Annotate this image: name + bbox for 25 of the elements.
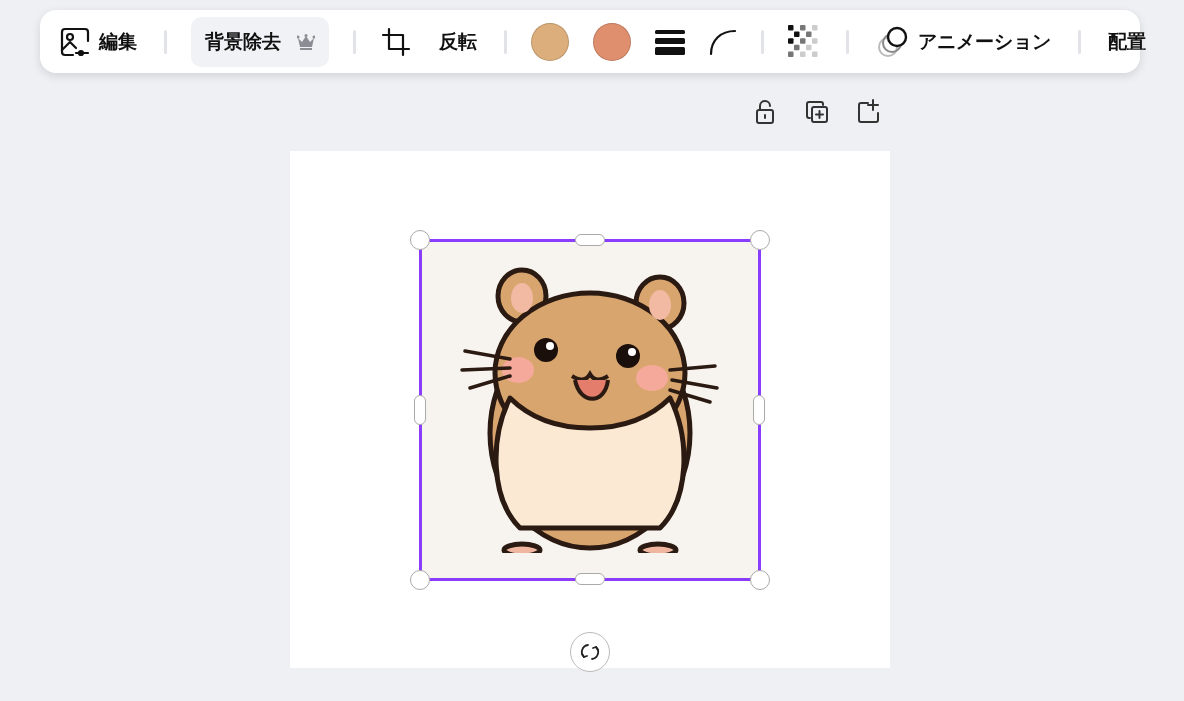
- toolbar-button[interactable]: 反転: [436, 16, 480, 67]
- toolbar-button[interactable]: アニメーション: [873, 16, 1054, 67]
- rotate-icon: [580, 642, 600, 662]
- rotate-button[interactable]: [570, 632, 610, 672]
- resize-handle[interactable]: [753, 395, 765, 425]
- color-swatch[interactable]: [593, 22, 631, 61]
- resize-handle[interactable]: [750, 570, 770, 590]
- border-lines-icon[interactable]: [655, 28, 685, 55]
- crop-icon[interactable]: [380, 25, 412, 58]
- resize-handle[interactable]: [410, 570, 430, 590]
- image-edit-icon: [59, 25, 91, 58]
- resize-handle[interactable]: [575, 234, 605, 246]
- image-frame[interactable]: [420, 240, 760, 580]
- toolbar-button[interactable]: 編集: [56, 16, 140, 67]
- resize-handle[interactable]: [750, 230, 770, 250]
- corner-radius-icon[interactable]: [709, 27, 737, 56]
- toolbar-button[interactable]: 背景除去: [191, 16, 329, 67]
- color-swatch[interactable]: [531, 22, 569, 61]
- toolbar-button[interactable]: 配置: [1105, 16, 1149, 67]
- duplicate-icon[interactable]: [804, 99, 830, 125]
- add-page-icon[interactable]: [856, 99, 882, 125]
- animation-icon: [876, 24, 910, 59]
- resize-handle[interactable]: [414, 395, 426, 425]
- resize-handle[interactable]: [410, 230, 430, 250]
- resize-handle[interactable]: [575, 573, 605, 585]
